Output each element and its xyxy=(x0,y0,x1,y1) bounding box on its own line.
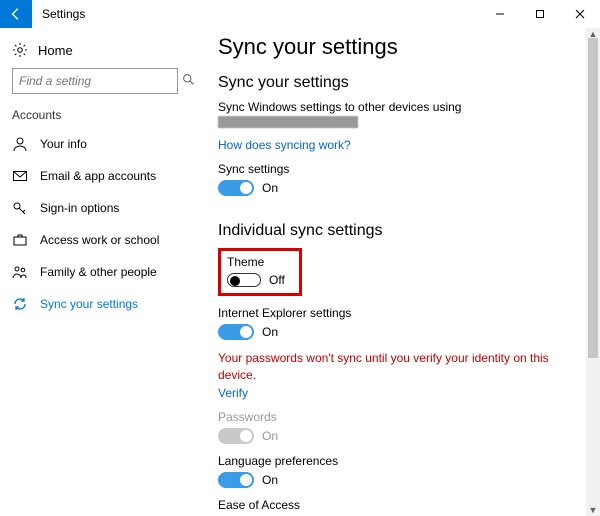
search-input[interactable] xyxy=(13,74,182,88)
sync-description: Sync Windows settings to other devices u… xyxy=(218,100,580,114)
scroll-down-icon[interactable]: ▼ xyxy=(586,504,600,516)
setting-label: Passwords xyxy=(218,410,580,424)
sync-icon xyxy=(12,296,28,312)
sidebar-item-sync[interactable]: Sync your settings xyxy=(0,288,190,320)
sidebar-item-label: Sync your settings xyxy=(40,297,138,311)
toggle-state: On xyxy=(262,429,278,443)
person-icon xyxy=(12,136,28,152)
sidebar-item-your-info[interactable]: Your info xyxy=(0,128,190,160)
window-title: Settings xyxy=(42,7,85,21)
key-icon xyxy=(12,200,28,216)
sidebar-item-work[interactable]: Access work or school xyxy=(0,224,190,256)
section-heading: Sync your settings xyxy=(218,74,580,92)
home-label: Home xyxy=(38,43,73,58)
scroll-thumb[interactable] xyxy=(588,38,598,358)
setting-passwords: Passwords On xyxy=(218,410,580,444)
search-box[interactable] xyxy=(12,68,178,94)
toggle-sync-settings[interactable] xyxy=(218,180,254,196)
sidebar-item-label: Email & app accounts xyxy=(40,169,156,183)
setting-label: Language preferences xyxy=(218,454,580,468)
toggle-theme[interactable] xyxy=(227,273,261,287)
gear-icon xyxy=(12,42,28,58)
page-title: Sync your settings xyxy=(218,34,580,60)
sidebar-item-label: Your info xyxy=(40,137,87,151)
mail-icon xyxy=(12,168,28,184)
sidebar: Home Accounts Your info Email & app acco… xyxy=(0,28,190,516)
sidebar-item-email[interactable]: Email & app accounts xyxy=(0,160,190,192)
setting-ease: Ease of Access On xyxy=(218,498,580,516)
verify-link[interactable]: Verify xyxy=(218,386,580,400)
sidebar-item-label: Family & other people xyxy=(40,265,157,279)
highlight-theme: Theme Off xyxy=(218,248,302,296)
sidebar-item-signin[interactable]: Sign-in options xyxy=(0,192,190,224)
scrollbar[interactable]: ▲ ▼ xyxy=(586,28,600,516)
home-nav[interactable]: Home xyxy=(0,38,190,68)
account-redacted xyxy=(218,116,358,128)
toggle-state: On xyxy=(262,325,278,339)
setting-language: Language preferences On xyxy=(218,454,580,488)
setting-label: Internet Explorer settings xyxy=(218,306,580,320)
toggle-language[interactable] xyxy=(218,472,254,488)
setting-label: Ease of Access xyxy=(218,498,580,512)
toggle-ie[interactable] xyxy=(218,324,254,340)
sidebar-item-family[interactable]: Family & other people xyxy=(0,256,190,288)
help-link[interactable]: How does syncing work? xyxy=(218,138,580,152)
setting-sync: Sync settings On xyxy=(218,162,580,196)
sidebar-item-label: Sign-in options xyxy=(40,201,119,215)
setting-label: Sync settings xyxy=(218,162,580,176)
setting-label: Theme xyxy=(227,255,285,269)
people-icon xyxy=(12,264,28,280)
minimize-button[interactable] xyxy=(480,0,520,28)
toggle-state: On xyxy=(262,181,278,195)
toggle-state: On xyxy=(262,473,278,487)
maximize-button[interactable] xyxy=(520,0,560,28)
back-button[interactable] xyxy=(0,0,32,28)
password-warning: Your passwords won't sync until you veri… xyxy=(218,350,580,384)
sidebar-item-label: Access work or school xyxy=(40,233,159,247)
section-heading: Individual sync settings xyxy=(218,222,580,240)
toggle-passwords xyxy=(218,428,254,444)
section-label: Accounts xyxy=(0,108,190,128)
setting-ie: Internet Explorer settings On xyxy=(218,306,580,340)
titlebar: Settings xyxy=(0,0,600,28)
briefcase-icon xyxy=(12,232,28,248)
close-button[interactable] xyxy=(560,0,600,28)
toggle-state: Off xyxy=(269,273,285,287)
main-content: Sync your settings Sync your settings Sy… xyxy=(190,28,600,516)
